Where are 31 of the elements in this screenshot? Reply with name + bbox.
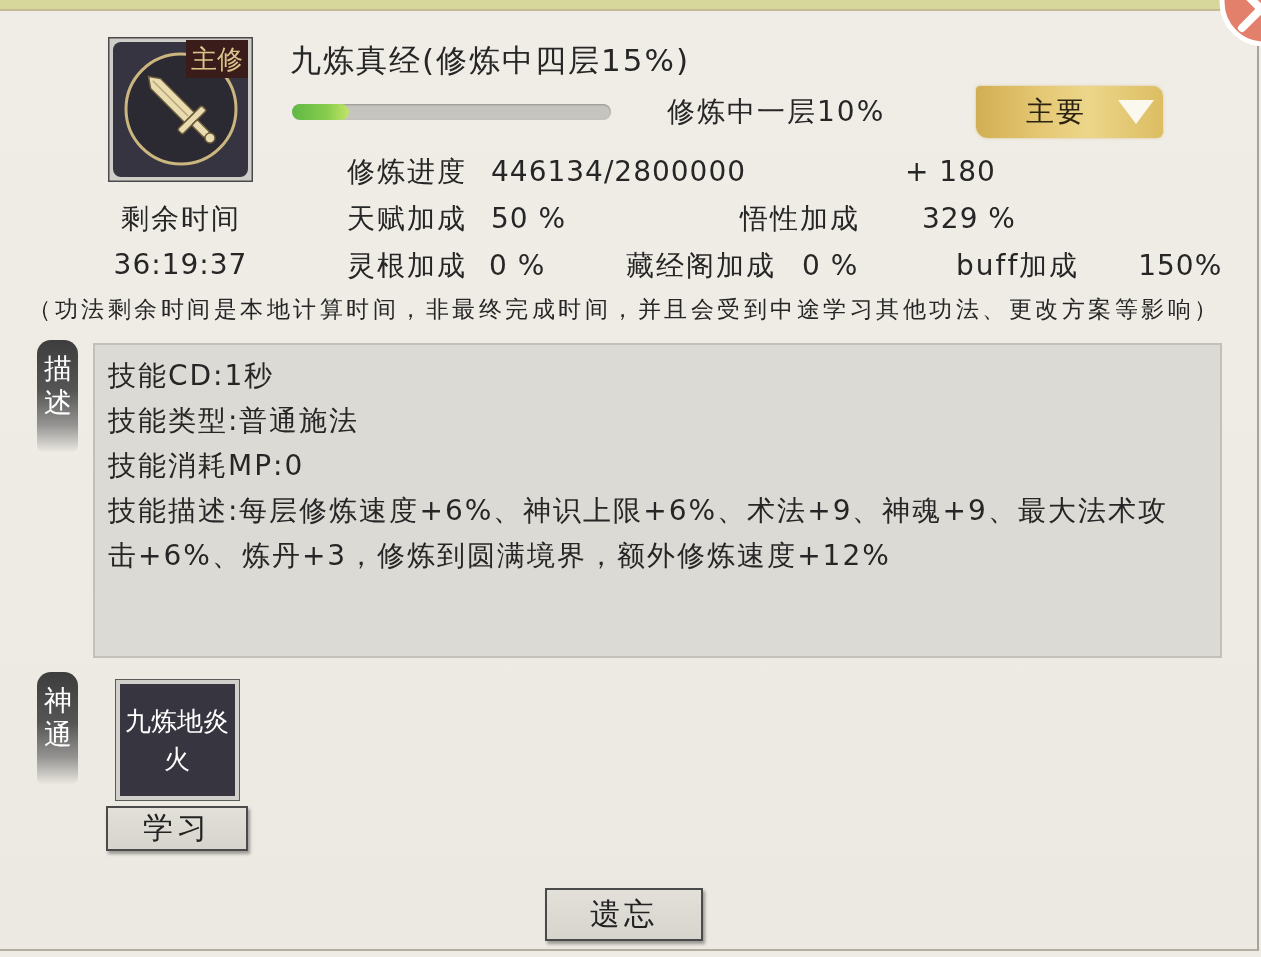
- description-text: 技能描述:每层修炼速度+6%、神识上限+6%、术法+9、神魂+9、最大法术攻击+6%、炼丹+3，修炼到圆满境界，额外修炼速度+12%: [108, 493, 1169, 574]
- stage-text: 修炼中一层10%: [667, 94, 886, 130]
- skill-tag: 主修: [186, 40, 248, 78]
- caret-icon: [1118, 100, 1155, 124]
- remaining-time-value: 36:19:37: [113, 247, 248, 283]
- learn-button[interactable]: 学习: [106, 806, 248, 851]
- stat-value: 446134/2800000: [491, 155, 747, 188]
- description-text: 技能CD:1秒: [108, 358, 276, 394]
- stat-label: 灵根加成: [347, 247, 467, 284]
- stat-value: 50 %: [491, 202, 567, 235]
- description-text: 技能消耗MP:0: [108, 448, 306, 484]
- stat-value: 150%: [1138, 249, 1223, 282]
- section-label: 描述: [37, 340, 78, 454]
- category-dropdown[interactable]: 主要: [976, 86, 1164, 138]
- description-text: 技能类型:普通施法: [108, 403, 361, 439]
- stat-value: 0 %: [802, 249, 859, 282]
- gain-value: + 180: [905, 155, 996, 188]
- stat-label: 悟性加成: [740, 200, 860, 237]
- stat-label: 天赋加成: [347, 200, 467, 237]
- stat-value: 329 %: [922, 202, 1016, 235]
- stat-label: buff加成: [956, 247, 1080, 284]
- skill-title: 九炼真经(修炼中四层15%): [290, 41, 691, 80]
- stat-label: 藏经阁加成: [626, 247, 776, 284]
- sword-icon: [108, 37, 253, 182]
- forget-button[interactable]: 遗忘: [545, 888, 703, 941]
- remaining-time-label: 剩余时间: [120, 201, 241, 237]
- note-text: （功法剩余时间是本地计算时间，非最终完成时间，并且会受到中途学习其他功法、更改方案等影响）: [28, 296, 1221, 322]
- ability-tile[interactable]: 九炼地炎火: [115, 680, 239, 800]
- stat-label: 修炼进度: [347, 153, 467, 190]
- stat-value: 0 %: [489, 249, 546, 282]
- section-label: 神通: [37, 672, 78, 786]
